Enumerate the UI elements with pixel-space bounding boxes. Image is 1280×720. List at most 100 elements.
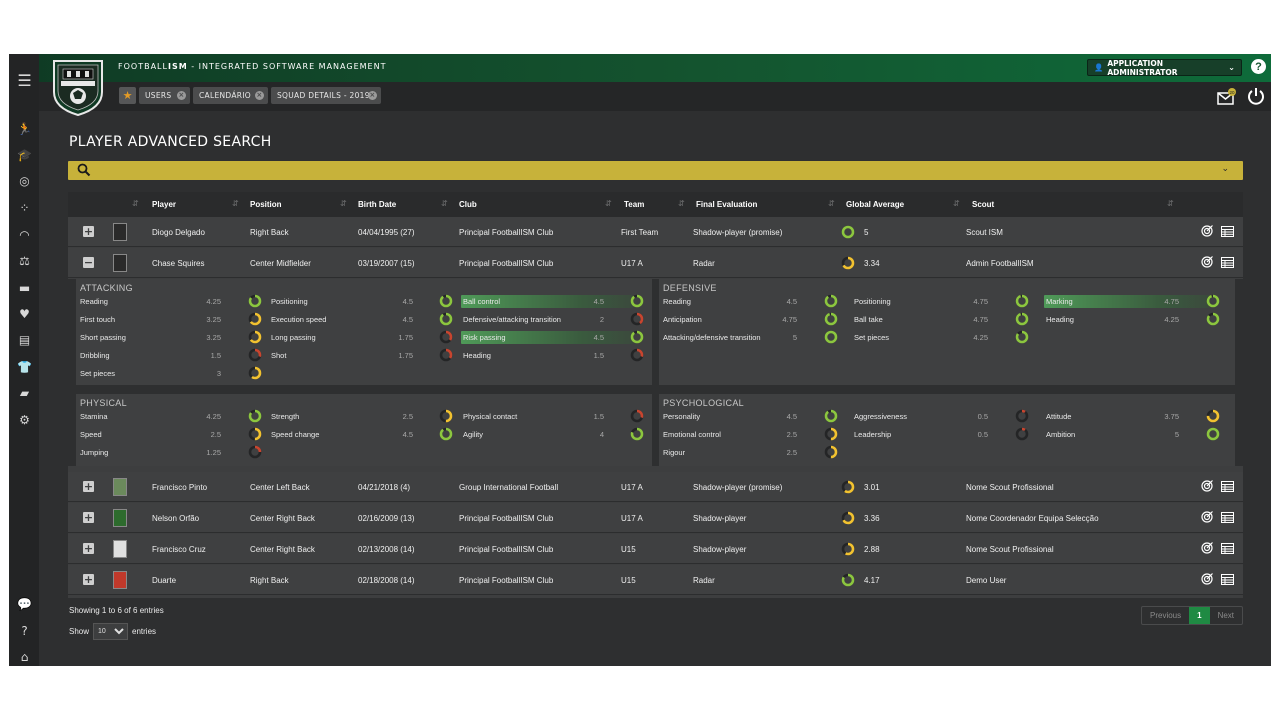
target-icon[interactable] [1201, 542, 1213, 554]
tab-users[interactable]: USERS × [139, 87, 190, 104]
expand-row-icon[interactable]: + [83, 543, 94, 554]
table-row[interactable]: − Chase Squires Center Midfielder 03/19/200… [68, 248, 1243, 278]
briefcase-icon[interactable]: ▬ [16, 279, 33, 296]
user-menu-button[interactable]: 👤 APPLICATION ADMINISTRATOR ⌄ [1087, 59, 1242, 77]
mail-icon[interactable]: 20 [1217, 88, 1237, 106]
money-icon[interactable]: ▤ [16, 331, 33, 348]
club-cell: Group International Football [459, 483, 559, 492]
table-row[interactable]: + Diogo Delgado Right Back 04/04/1995 (27) P… [68, 217, 1243, 247]
sort-icon[interactable]: ⇵ [605, 199, 612, 208]
team-cell: U15 [621, 545, 636, 554]
sort-icon[interactable]: ⇵ [441, 199, 448, 208]
table-view-icon[interactable] [1221, 574, 1234, 585]
tab-calendario[interactable]: CALENDÁRIO × [193, 87, 268, 104]
table-view-icon[interactable] [1221, 512, 1234, 523]
settings-icon[interactable]: ⚙ [16, 411, 33, 428]
skill-label: Anticipation [663, 315, 702, 324]
table-view-icon[interactable] [1221, 226, 1234, 237]
favorites-star-icon[interactable]: ★ [119, 87, 136, 104]
previous-button[interactable]: Previous [1142, 607, 1189, 624]
shirt-icon[interactable]: 👕 [16, 358, 33, 375]
chat-icon[interactable]: 💬 [16, 595, 33, 612]
col-team[interactable]: Team [624, 200, 644, 209]
tab-label: SQUAD DETAILS - 2019 [277, 91, 370, 100]
table-view-icon[interactable] [1221, 257, 1234, 268]
sort-icon[interactable]: ⇵ [678, 199, 685, 208]
next-button[interactable]: Next [1210, 607, 1242, 624]
player-name[interactable]: Francisco Cruz [152, 545, 206, 554]
col-player[interactable]: Player [152, 200, 176, 209]
scout-cell: Nome Coordenador Equipa Selecção [966, 514, 1099, 523]
col-birth-date[interactable]: Birth Date [358, 200, 396, 209]
table-row[interactable]: + Nelson Orfão Center Right Back 02/16/2009… [68, 503, 1243, 533]
sort-icon[interactable]: ⇵ [340, 199, 347, 208]
sort-icon[interactable]: ⇵ [132, 199, 139, 208]
skill-label: Long passing [271, 333, 316, 342]
skill-ring [248, 409, 262, 423]
search-filter-bar[interactable]: ⌄ [68, 161, 1243, 180]
menu-icon[interactable]: ☰ [16, 71, 33, 90]
average-ring [841, 480, 855, 494]
page-size-select[interactable]: 10 [93, 623, 129, 640]
tactics-icon[interactable]: ⁘ [16, 199, 33, 216]
close-tab-icon[interactable]: × [368, 91, 377, 100]
table-row[interactable]: + Duarte Right Back 02/18/2008 (14) Principa… [68, 565, 1243, 595]
player-name[interactable]: Francisco Pinto [152, 483, 207, 492]
power-icon[interactable] [1247, 87, 1265, 105]
target-icon[interactable] [1201, 573, 1213, 585]
expand-row-icon[interactable]: + [83, 481, 94, 492]
table-view-icon[interactable] [1221, 543, 1234, 554]
tab-squad-details[interactable]: SQUAD DETAILS - 2019 × [271, 87, 381, 104]
scales-icon[interactable]: ⚖ [16, 252, 33, 269]
close-tab-icon[interactable]: × [255, 91, 264, 100]
birth-date-cell: 04/04/1995 (27) [358, 228, 415, 237]
col-scout[interactable]: Scout [972, 200, 994, 209]
expand-row-icon[interactable]: + [83, 226, 94, 237]
skill-label: Attacking/defensive transition [663, 333, 761, 342]
sort-icon[interactable]: ⇵ [1167, 199, 1174, 208]
player-name[interactable]: Chase Squires [152, 259, 204, 268]
avatar [113, 571, 127, 589]
expand-row-icon[interactable]: + [83, 512, 94, 523]
search-icon[interactable] [77, 163, 91, 177]
home-icon[interactable]: ⌂ [16, 648, 33, 665]
heartbeat-icon[interactable]: ♥ [16, 305, 33, 322]
expand-row-icon[interactable]: + [83, 574, 94, 585]
skill-ring [439, 348, 453, 362]
target-icon[interactable] [1201, 225, 1213, 237]
folder-icon[interactable]: ▰ [16, 384, 33, 401]
player-name[interactable]: Nelson Orfão [152, 514, 199, 523]
help-icon[interactable]: ? [16, 622, 33, 639]
table-row[interactable]: + Francisco Pinto Center Left Back 04/21/20… [68, 472, 1243, 502]
col-position[interactable]: Position [250, 200, 282, 209]
sort-icon[interactable]: ⇵ [953, 199, 960, 208]
col-club[interactable]: Club [459, 200, 477, 209]
target-icon[interactable] [1201, 511, 1213, 523]
player-name[interactable]: Diogo Delgado [152, 228, 205, 237]
close-tab-icon[interactable]: × [177, 91, 186, 100]
footballism-logo[interactable] [51, 58, 105, 116]
graduation-cap-icon[interactable]: 🎓 [16, 146, 33, 163]
runner-icon[interactable]: 🏃 [16, 120, 33, 137]
app-window: ☰ 🏃 🎓 ◎ ⁘ ◠ ⚖ ▬ ♥ ▤ 👕 ▰ ⚙ 💬 ? ⌂ FOOTBALL… [9, 54, 1271, 666]
gauge-icon[interactable]: ◠ [16, 226, 33, 243]
player-name[interactable]: Duarte [152, 576, 176, 585]
chevron-down-icon[interactable]: ⌄ [1221, 163, 1229, 174]
birth-date-cell: 02/18/2008 (14) [358, 576, 415, 585]
collapse-row-icon[interactable]: − [83, 257, 94, 268]
sort-icon[interactable]: ⇵ [232, 199, 239, 208]
skill-label: Speed [80, 430, 102, 439]
skill-label: First touch [80, 315, 116, 324]
sort-icon[interactable]: ⇵ [828, 199, 835, 208]
target-icon[interactable]: ◎ [16, 172, 33, 189]
skill-ring [248, 312, 262, 326]
col-final-evaluation[interactable]: Final Evaluation [696, 200, 757, 209]
target-icon[interactable] [1201, 480, 1213, 492]
help-button[interactable]: ? [1251, 59, 1266, 74]
page-1-button[interactable]: 1 [1189, 607, 1210, 624]
table-row[interactable]: + Francisco Cruz Center Right Back 02/13/20… [68, 534, 1243, 564]
table-view-icon[interactable] [1221, 481, 1234, 492]
col-global-average[interactable]: Global Average [846, 200, 904, 209]
global-average-cell: 3.34 [864, 259, 880, 268]
target-icon[interactable] [1201, 256, 1213, 268]
